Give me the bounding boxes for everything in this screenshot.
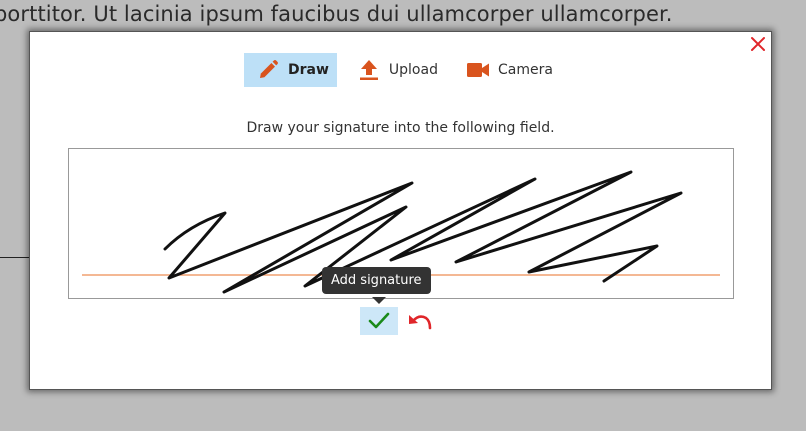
add-signature-tooltip: Add signature	[322, 267, 431, 294]
close-button[interactable]	[749, 35, 767, 53]
tab-camera-label: Camera	[497, 62, 553, 78]
tab-upload-label: Upload	[388, 62, 438, 78]
tab-draw-label: Draw	[288, 62, 329, 78]
background-divider	[0, 257, 30, 258]
undo-button[interactable]	[406, 309, 434, 333]
close-icon	[751, 37, 765, 51]
checkmark-icon	[368, 312, 390, 329]
tab-upload[interactable]: Upload	[345, 53, 446, 87]
add-signature-button[interactable]	[360, 307, 398, 335]
signature-method-tabs: Draw Upload Camera	[244, 53, 561, 87]
upload-icon	[357, 58, 381, 82]
signature-instruction: Draw your signature into the following f…	[246, 120, 555, 136]
pencil-icon	[256, 58, 280, 82]
background-paragraph-text: porttitor. Ut lacinia ipsum faucibus dui…	[0, 2, 673, 26]
tab-draw[interactable]: Draw	[244, 53, 337, 87]
undo-icon	[409, 315, 432, 330]
tab-camera[interactable]: Camera	[454, 53, 561, 87]
camera-icon	[466, 58, 490, 82]
signature-dialog: Draw Upload Camera Draw your signature i…	[29, 31, 772, 390]
tooltip-arrow	[372, 297, 386, 304]
